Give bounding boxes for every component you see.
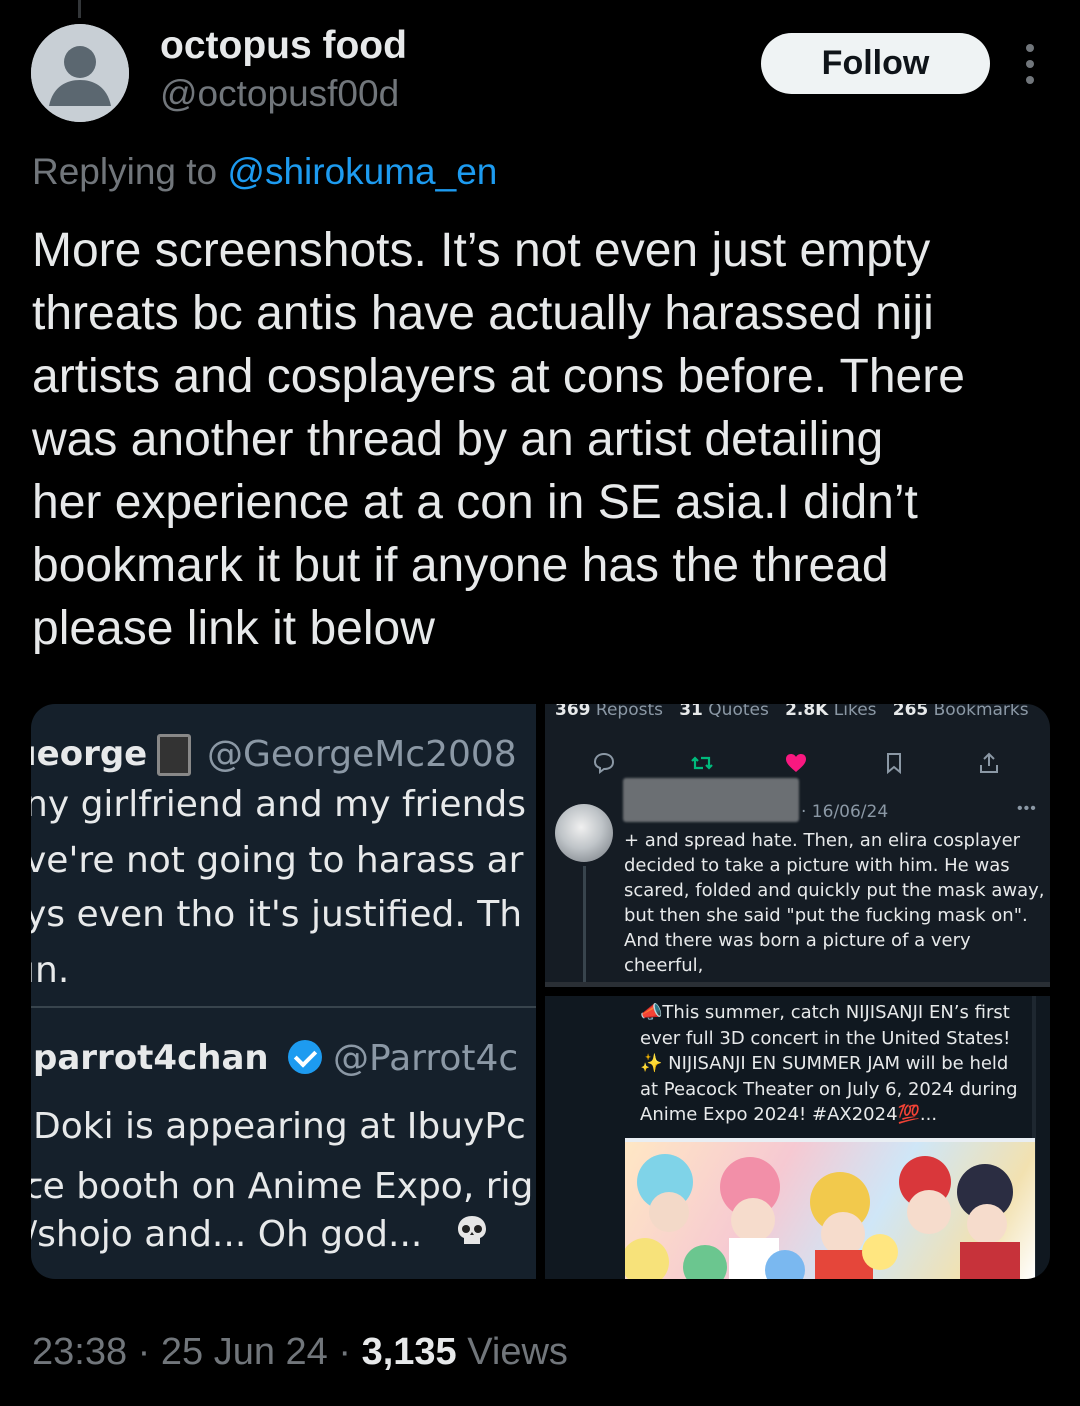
announcement-line: 📣This summer, catch NIJISANJI EN’s first <box>640 1002 1010 1023</box>
anime-characters-illustration <box>625 1154 1020 1279</box>
follow-button[interactable]: Follow <box>761 33 990 94</box>
reply-icon <box>593 752 615 774</box>
tweet-text-line: was another thread by an artist detailin… <box>32 413 884 466</box>
tweet-meta: 23:38 · 25 Jun 24 · 3,135 Views <box>32 1331 568 1373</box>
screenshot-stats: 369 Reposts 31 Quotes 2.8K Likes 265 Boo… <box>555 704 1029 720</box>
tweet-text-line: threats bc antis have actually harassed … <box>32 287 934 340</box>
concert-artwork-image <box>625 1138 1035 1279</box>
screenshot-date: · 16/06/24 <box>801 802 889 822</box>
screenshot-divider <box>31 1006 536 1008</box>
media-image-left[interactable]: ıeorge @GeorgeMc2008 ny girlfriend and m… <box>31 704 536 1279</box>
screenshot-name-george: ıeorge <box>31 734 148 774</box>
screenshot-text-line: ꞇe booth on Anime Expo, rig <box>31 1166 534 1207</box>
media-image-bottom-right[interactable]: 📣This summer, catch NIJISANJI EN’s first… <box>545 996 1050 1279</box>
screenshot-body-line: decided to take a picture with him. He w… <box>624 855 1010 876</box>
tweet-text: More screenshots. It’s not even just emp… <box>32 219 1032 660</box>
replying-to-handle-link[interactable]: @shirokuma_en <box>227 151 497 192</box>
screenshot-text-line: ın. <box>31 950 70 991</box>
screenshot-text-line: ve're not going to harass ar <box>31 840 524 881</box>
screenshot-body-line: but then she said "put the fucking mask … <box>624 905 1028 926</box>
tweet-text-line: More screenshots. It’s not even just emp… <box>32 224 931 277</box>
screenshot-body-line: And there was born a picture of a very c… <box>624 930 971 976</box>
verified-badge-icon <box>288 1040 322 1074</box>
skull-emoji-icon <box>458 1216 486 1244</box>
announcement-line: Anime Expo 2024! #AX2024💯... <box>640 1104 938 1125</box>
repost-icon <box>691 756 713 770</box>
screenshot-user-avatar <box>555 804 613 862</box>
tweet-time[interactable]: 23:38 <box>32 1331 127 1373</box>
author-display-name[interactable]: octopus food <box>160 24 407 68</box>
author-avatar[interactable] <box>31 24 129 122</box>
stat-value: 31 <box>679 704 703 720</box>
replying-to-prefix: Replying to <box>32 151 228 192</box>
tweet-text-line: her experience at a con in SE asia.I did… <box>32 476 918 529</box>
screenshot-name-parrot: parrot4chan <box>33 1038 269 1078</box>
stat-label: Likes <box>833 704 877 720</box>
announcement-line: ✨ NIJISANJI EN SUMMER JAM will be held <box>640 1053 1009 1074</box>
stat-value: 2.8K <box>785 704 829 720</box>
screenshot-action-bar <box>545 750 1050 780</box>
screenshot-text-line: /shojo and... Oh god... <box>31 1214 423 1255</box>
screenshot-body: + and spread hate. Then, an elira cospla… <box>624 828 1050 987</box>
screenshot-handle-george: @GeorgeMc2008 <box>207 734 517 775</box>
tweet-text-line: artists and cosplayers at cons before. T… <box>32 350 965 403</box>
screenshot-handle-parrot: @Parrot4c <box>333 1038 519 1079</box>
stat-label: Quotes <box>708 704 769 720</box>
notebook-emoji-icon <box>157 734 191 776</box>
bookmark-icon <box>887 753 901 775</box>
screenshot-body-line: scared, folded and quickly put the mask … <box>624 880 1045 901</box>
tweet-text-line: bookmark it but if anyone has the thread <box>32 539 889 592</box>
media-image-top-right[interactable]: 369 Reposts 31 Quotes 2.8K Likes 265 Boo… <box>545 704 1050 987</box>
views-label: Views <box>467 1331 568 1373</box>
screenshot-text-line: ys even tho it's justified. Th <box>31 894 523 935</box>
screenshot-text-line: Doki is appearing at IbuyPc <box>33 1106 526 1147</box>
default-avatar-icon <box>31 24 129 122</box>
redacted-username-block <box>623 778 799 822</box>
views-count: 3,135 <box>361 1331 457 1373</box>
tweet-date[interactable]: 25 Jun 24 <box>161 1331 328 1373</box>
screenshot-body-line: + and spread hate. Then, an elira cospla… <box>624 830 1021 851</box>
tweet-text-line: please link it below <box>32 602 435 655</box>
stat-label: Reposts <box>595 704 663 720</box>
screenshot-bottom-edge <box>545 982 1050 987</box>
announcement-line: at Peacock Theater on July 6, 2024 durin… <box>640 1078 1018 1100</box>
share-icon <box>980 752 998 773</box>
screenshot-thread-line <box>583 866 586 987</box>
stat-label: Bookmarks <box>933 704 1029 720</box>
replying-to: Replying to @shirokuma_en <box>32 151 497 193</box>
screenshot-more-icon: ••• <box>1017 800 1037 817</box>
author-handle[interactable]: @octopusf00d <box>160 73 399 115</box>
announcement-line: ever full 3D concert in the United State… <box>640 1027 1011 1049</box>
media-grid: ıeorge @GeorgeMc2008 ny girlfriend and m… <box>31 704 1050 1279</box>
announcement-text: 📣This summer, catch NIJISANJI EN’s first… <box>640 1000 1040 1128</box>
thread-connector <box>78 0 81 18</box>
like-heart-icon <box>786 754 806 772</box>
screenshot-text-line: ny girlfriend and my friends <box>31 784 526 825</box>
stat-value: 265 <box>892 704 929 720</box>
more-options-icon[interactable] <box>1016 44 1044 84</box>
stat-value: 369 <box>555 704 591 720</box>
